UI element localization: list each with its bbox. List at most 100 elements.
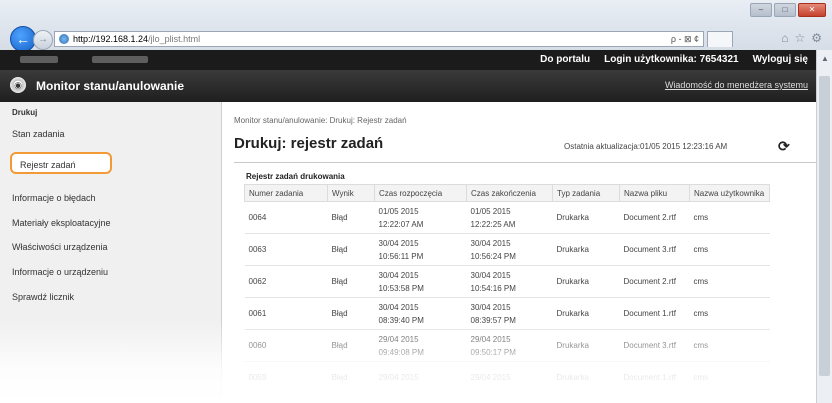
column-header[interactable]: Czas rozpoczęcia bbox=[374, 184, 467, 202]
user-id: 7654321 bbox=[699, 54, 739, 65]
job-result: Błąd bbox=[327, 233, 375, 266]
job-type: Drukarka bbox=[552, 265, 620, 298]
job-file-name: Document 3.rtf bbox=[619, 329, 690, 362]
job-result: Błąd bbox=[327, 265, 375, 298]
minimize-icon[interactable]: – bbox=[750, 3, 772, 17]
sidebar-section-title: Drukuj bbox=[12, 108, 38, 117]
job-start-time: 30/04 2015 10:53:58 PM bbox=[374, 265, 467, 298]
column-header[interactable]: Nazwa użytkownika bbox=[689, 184, 770, 202]
job-result: Błąd bbox=[327, 297, 375, 330]
job-end-time: 29/04 2015 09:50:17 PM bbox=[466, 329, 553, 362]
column-header[interactable]: Typ zadania bbox=[552, 184, 620, 202]
scroll-up-icon[interactable]: ▲ bbox=[821, 54, 829, 63]
job-end-time: 30/04 2015 10:54:16 PM bbox=[466, 265, 553, 298]
close-icon[interactable]: ✕ bbox=[798, 3, 826, 17]
portal-link[interactable]: Do portalu bbox=[540, 54, 590, 65]
window-controls: – □ ✕ bbox=[750, 3, 826, 17]
column-header[interactable]: Nazwa pliku bbox=[619, 184, 690, 202]
app-header: ◉ Monitor stanu/anulowanie Wiadomość do … bbox=[0, 70, 816, 102]
table-row: 0064 Błąd 01/05 2015 12:22:07 AM 01/05 2… bbox=[244, 201, 770, 234]
table-row: 0063 Błąd 30/04 2015 10:56:11 PM 30/04 2… bbox=[244, 233, 770, 266]
sidebar-item-device-features[interactable]: Właściwości urządzenia bbox=[12, 242, 108, 252]
settings-icon[interactable]: ⚙ bbox=[811, 31, 822, 45]
job-file-name: Document 2.rtf bbox=[619, 201, 690, 234]
job-type: Drukarka bbox=[552, 201, 620, 234]
sidebar-item-error-info[interactable]: Informacje o błędach bbox=[12, 193, 96, 203]
job-result: Błąd bbox=[327, 201, 375, 234]
job-start-time: 30/04 2015 08:39:40 PM bbox=[374, 297, 467, 330]
url-path: /jlo_plist.html bbox=[148, 34, 201, 44]
job-type: Drukarka bbox=[552, 297, 620, 330]
address-tools[interactable]: ρ - ⊠ ¢ bbox=[671, 32, 699, 46]
job-file-name: Document 3.rtf bbox=[619, 233, 690, 266]
column-header[interactable]: Numer zadania bbox=[244, 184, 328, 202]
job-type: Drukarka bbox=[552, 233, 620, 266]
job-type: Drukarka bbox=[552, 329, 620, 362]
page-title: Drukuj: rejestr zadań bbox=[234, 135, 384, 152]
sidebar-item-job-log[interactable]: Rejestr zadań bbox=[10, 152, 112, 174]
table-row: 0061 Błąd 30/04 2015 08:39:40 PM 30/04 2… bbox=[244, 297, 770, 330]
scroll-thumb[interactable] bbox=[819, 76, 830, 376]
job-start-time: 30/04 2015 10:56:11 PM bbox=[374, 233, 467, 266]
sidebar: Drukuj Stan zadania Rejestr zadań Inform… bbox=[0, 102, 222, 403]
device-location-redacted bbox=[92, 56, 148, 63]
table-header-row: Numer zadania Wynik Czas rozpoczęcia Cza… bbox=[244, 184, 770, 202]
logout-link[interactable]: Wyloguj się bbox=[753, 54, 808, 65]
job-user-name: cms bbox=[689, 361, 770, 394]
job-result: Błąd bbox=[327, 361, 375, 394]
job-start-time: 29/04 2015 09:49:08 PM bbox=[374, 329, 467, 362]
forward-button[interactable]: → bbox=[33, 30, 53, 50]
home-icon[interactable]: ⌂ bbox=[781, 31, 788, 45]
job-user-name: cms bbox=[689, 233, 770, 266]
table-row: 0060 Błąd 29/04 2015 09:49:08 PM 29/04 2… bbox=[244, 329, 770, 362]
job-end-time: 01/05 2015 12:22:25 AM bbox=[466, 201, 553, 234]
column-header[interactable]: Wynik bbox=[327, 184, 375, 202]
sidebar-item-device-info[interactable]: Informacje o urządzeniu bbox=[12, 267, 108, 277]
table-row: 0062 Błąd 30/04 2015 10:53:58 PM 30/04 2… bbox=[244, 265, 770, 298]
refresh-icon[interactable]: ⟳ bbox=[778, 138, 790, 155]
job-end-time: 30/04 2015 08:39:57 PM bbox=[466, 297, 553, 330]
job-end-time: 30/04 2015 10:56:24 PM bbox=[466, 233, 553, 266]
job-log-panel: Rejestr zadań drukowania Numer zadania W… bbox=[234, 162, 816, 403]
table-row: 0059 Błąd 29/04 2015 29/04 2015 Drukarka… bbox=[244, 361, 770, 394]
job-file-name: Document 1.rtf bbox=[619, 361, 690, 394]
job-user-name: cms bbox=[689, 297, 770, 330]
main-content: Monitor stanu/anulowanie: Drukuj: Rejest… bbox=[222, 102, 816, 403]
job-end-time: 29/04 2015 bbox=[466, 361, 553, 394]
last-update: Ostatnia aktualizacja:01/05 2015 12:23:1… bbox=[564, 142, 728, 151]
sidebar-item-check-counter[interactable]: Sprawdź licznik bbox=[12, 292, 74, 302]
top-links: Do portalu Login użytkownika: 7654321 Wy… bbox=[540, 54, 808, 65]
app-title: Monitor stanu/anulowanie bbox=[36, 79, 185, 93]
device-name-redacted bbox=[20, 56, 58, 63]
user-info: Login użytkownika: 7654321 bbox=[604, 54, 739, 65]
job-user-name: cms bbox=[689, 201, 770, 234]
job-number: 0059 bbox=[244, 361, 328, 394]
admin-message-link[interactable]: Wiadomość do menedżera systemu bbox=[665, 80, 808, 90]
sidebar-item-job-status[interactable]: Stan zadania bbox=[12, 129, 65, 139]
job-number: 0064 bbox=[244, 201, 328, 234]
sidebar-item-consumables[interactable]: Materiały eksploatacyjne bbox=[12, 218, 111, 228]
browser-icons: ⌂ ☆ ⚙ bbox=[781, 31, 822, 45]
page-icon bbox=[59, 34, 69, 44]
breadcrumb: Monitor stanu/anulowanie: Drukuj: Rejest… bbox=[234, 116, 407, 125]
browser-toolbar: – □ ✕ ← → http://192.168.1.24/jlo_plist.… bbox=[0, 0, 832, 52]
job-number: 0062 bbox=[244, 265, 328, 298]
job-user-name: cms bbox=[689, 329, 770, 362]
browser-tab[interactable] bbox=[707, 31, 733, 47]
user-label: Login użytkownika: bbox=[604, 54, 697, 65]
monitor-icon: ◉ bbox=[10, 77, 26, 93]
job-file-name: Document 2.rtf bbox=[619, 265, 690, 298]
job-log-table: Numer zadania Wynik Czas rozpoczęcia Cza… bbox=[244, 184, 770, 394]
address-bar[interactable]: http://192.168.1.24/jlo_plist.html ρ - ⊠… bbox=[54, 31, 704, 47]
page-viewport: Do portalu Login użytkownika: 7654321 Wy… bbox=[0, 50, 816, 403]
job-number: 0063 bbox=[244, 233, 328, 266]
panel-title: Rejestr zadań drukowania bbox=[246, 172, 345, 181]
vertical-scrollbar[interactable]: ▲ bbox=[816, 50, 832, 403]
maximize-icon[interactable]: □ bbox=[774, 3, 796, 17]
job-type: Drukarka bbox=[552, 361, 620, 394]
star-icon[interactable]: ☆ bbox=[794, 31, 805, 45]
column-header[interactable]: Czas zakończenia bbox=[466, 184, 553, 202]
job-result: Błąd bbox=[327, 329, 375, 362]
job-file-name: Document 1.rtf bbox=[619, 297, 690, 330]
job-start-time: 29/04 2015 bbox=[374, 361, 467, 394]
